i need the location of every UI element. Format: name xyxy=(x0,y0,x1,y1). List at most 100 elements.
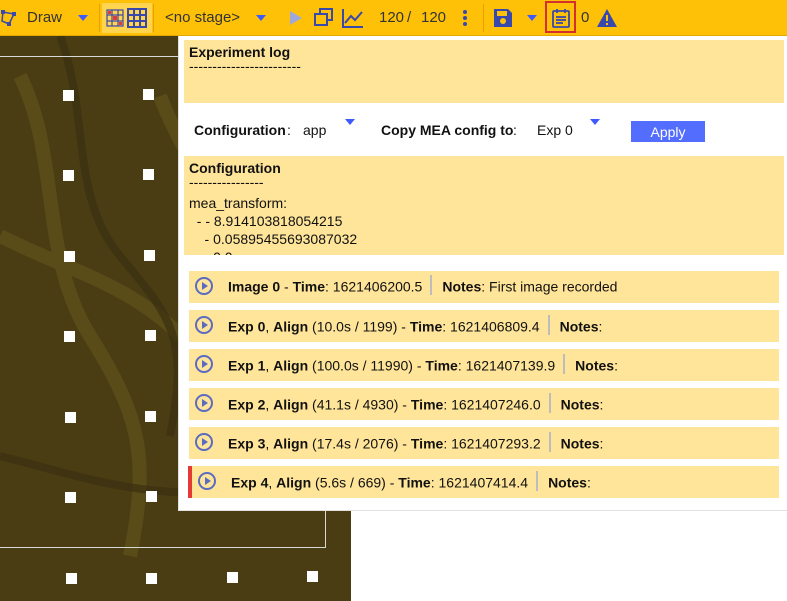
entry-name: Exp 0 xyxy=(228,318,266,335)
log-entry-text: Exp 4, Align (5.6s / 669) - Time: 162140… xyxy=(231,471,591,494)
log-entry[interactable]: Exp 3, Align (17.4s / 2076) - Time: 1621… xyxy=(189,427,779,459)
notes-label: Notes xyxy=(560,396,600,413)
log-entry-text: Exp 2, Align (41.1s / 4930) - Time: 1621… xyxy=(228,393,604,416)
time-value: : 1621407139.9 xyxy=(457,357,556,374)
calendar-notes-icon[interactable] xyxy=(551,0,571,35)
entry-sep: - xyxy=(398,435,411,452)
chevron-down-icon xyxy=(527,14,537,21)
time-label: Time xyxy=(425,357,458,374)
notes-value[interactable]: : xyxy=(614,358,618,374)
entry-sep: - xyxy=(385,474,399,491)
electrode xyxy=(144,250,155,261)
log-entry[interactable]: Exp 0, Align (10.0s / 1199) - Time: 1621… xyxy=(189,310,779,342)
electrode xyxy=(63,90,74,101)
play-circle-icon[interactable] xyxy=(195,394,213,412)
time-label: Time xyxy=(398,474,431,491)
toolbar-divider xyxy=(483,4,484,32)
play-circle-icon[interactable] xyxy=(195,355,213,373)
copy-config-colon: : xyxy=(513,122,517,138)
align-label: Align xyxy=(276,474,312,491)
more-vert-icon[interactable] xyxy=(462,0,468,35)
align-value: (10.0s / 1199) xyxy=(308,318,398,335)
electrode xyxy=(64,331,75,342)
chevron-down-icon xyxy=(590,119,600,125)
electrode xyxy=(66,573,77,584)
play-icon[interactable] xyxy=(289,0,303,35)
play-circle-icon[interactable] xyxy=(195,277,213,295)
configuration-select[interactable]: app xyxy=(303,122,326,138)
stage-select[interactable]: <no stage> xyxy=(165,0,240,35)
copy-target-select[interactable]: Exp 0 xyxy=(537,122,573,138)
entry-name: Image 0 xyxy=(228,278,281,295)
time-value: : 1621407246.0 xyxy=(443,396,541,413)
chevron-down-icon xyxy=(78,14,88,21)
entry-name: Exp 3 xyxy=(228,435,266,452)
layers-icon[interactable] xyxy=(314,0,333,35)
notes-value[interactable]: : xyxy=(600,436,604,452)
configuration-content: mea_transform: - - 8.914103818054215 - 0… xyxy=(189,195,358,255)
frame-total: 120 xyxy=(421,9,447,26)
copy-config-label: Copy MEA config to xyxy=(381,122,514,138)
log-entry-text: Exp 3, Align (17.4s / 2076) - Time: 1621… xyxy=(228,432,604,455)
draw-polygon-icon[interactable] xyxy=(0,0,18,35)
notes-value[interactable]: : xyxy=(600,397,604,413)
toolbar: Draw <no stage> 120 / 120 0 xyxy=(0,0,787,36)
log-entry[interactable]: Image 0 - Time: 1621406200.5 Notes: First… xyxy=(189,271,779,303)
grid-dots-icon[interactable] xyxy=(106,0,124,35)
log-entry[interactable]: Exp 2, Align (41.1s / 4930) - Time: 1621… xyxy=(189,388,779,420)
apply-button[interactable]: Apply xyxy=(631,121,705,142)
experiment-log-panel: Experiment log ------------------------ … xyxy=(178,36,787,511)
notes-label: Notes xyxy=(548,474,587,491)
notes-value[interactable]: : xyxy=(599,319,603,335)
align-label: Align xyxy=(273,396,309,413)
notes-value[interactable]: : xyxy=(587,475,591,491)
align-value: (100.0s / 11990) xyxy=(308,357,413,374)
electrode xyxy=(145,330,156,341)
entry-sep: - xyxy=(412,357,426,374)
electrode xyxy=(65,492,76,503)
entry-sep: , xyxy=(265,318,274,335)
log-entry[interactable]: Exp 1, Align (100.0s / 11990) - Time: 16… xyxy=(189,349,779,381)
save-dropdown[interactable] xyxy=(527,0,537,35)
stage-dropdown[interactable] xyxy=(256,0,266,35)
play-circle-icon[interactable] xyxy=(198,472,216,490)
chevron-down-icon xyxy=(345,119,355,125)
electrode xyxy=(64,251,75,262)
notes-divider xyxy=(548,432,551,452)
electrode xyxy=(146,491,157,502)
notes-value[interactable]: : First image recorded xyxy=(481,279,617,295)
configuration-box[interactable]: Configuration ---------------- mea_trans… xyxy=(184,156,784,255)
frame-separator: / xyxy=(407,9,412,26)
align-label: Align xyxy=(273,435,309,452)
configuration-dropdown[interactable] xyxy=(345,119,355,125)
log-entry[interactable]: Exp 4, Align (5.6s / 669) - Time: 162140… xyxy=(188,466,779,498)
entry-name: Exp 1 xyxy=(228,357,266,374)
log-entry-text: Image 0 - Time: 1621406200.5 Notes: First… xyxy=(228,275,617,298)
draw-mode-select[interactable]: Draw xyxy=(27,0,62,35)
play-circle-icon[interactable] xyxy=(195,433,213,451)
entry-sep: - xyxy=(397,318,410,335)
notes-divider xyxy=(548,393,551,413)
time-label: Time xyxy=(292,278,326,295)
notes-label: Notes xyxy=(560,435,600,452)
configuration-colon: : xyxy=(287,122,291,138)
time-label: Time xyxy=(410,435,444,452)
electrode xyxy=(143,169,154,180)
align-value: (41.1s / 4930) xyxy=(308,396,399,413)
save-icon[interactable] xyxy=(493,0,513,35)
line-chart-icon[interactable] xyxy=(342,0,364,35)
time-value: : 1621407414.4 xyxy=(430,474,529,491)
align-label: Align xyxy=(273,318,309,335)
copy-target-dropdown[interactable] xyxy=(590,119,600,125)
time-label: Time xyxy=(409,318,443,335)
electrode xyxy=(145,411,156,422)
entry-name: Exp 4 xyxy=(231,474,269,491)
align-value: (5.6s / 669) xyxy=(311,474,386,491)
notes-label: Notes xyxy=(575,357,615,374)
draw-mode-dropdown[interactable] xyxy=(78,0,88,35)
notes-divider xyxy=(563,354,566,374)
play-circle-icon[interactable] xyxy=(195,316,213,334)
warning-icon[interactable] xyxy=(596,0,618,35)
electrode xyxy=(227,572,238,583)
grid-icon[interactable] xyxy=(127,0,147,35)
